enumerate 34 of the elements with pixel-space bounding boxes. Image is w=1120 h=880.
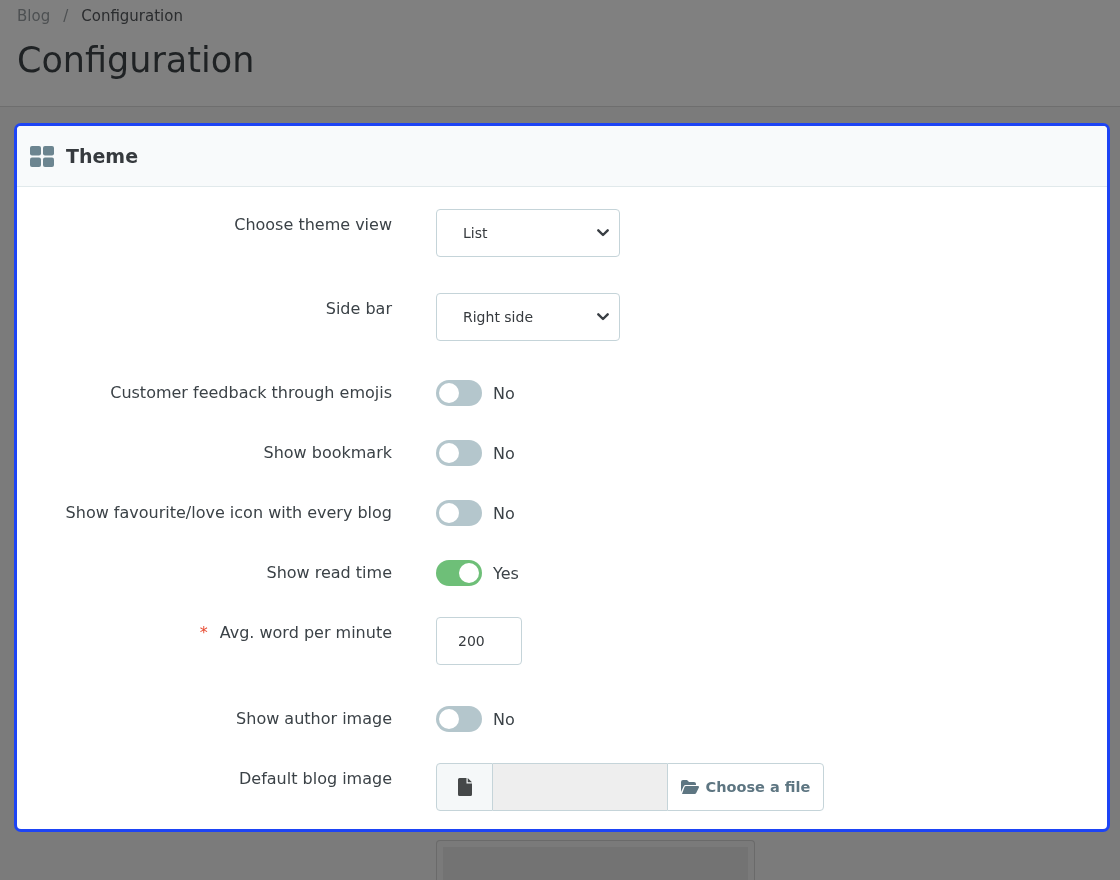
chevron-down-icon — [597, 229, 609, 237]
file-name-field[interactable] — [493, 763, 667, 811]
number-input[interactable]: 200 — [436, 617, 522, 665]
page-title: Configuration — [17, 39, 255, 82]
toggle-state-label: No — [493, 503, 515, 523]
dropdown-field[interactable]: Right side — [436, 293, 620, 341]
file-icon — [457, 778, 472, 796]
folder-open-icon — [680, 780, 699, 794]
field-label: Customer feedback through emojis — [110, 382, 392, 404]
grid-icon — [30, 145, 54, 167]
field-label: Choose theme view — [234, 214, 392, 236]
field-label: Avg. word per minute — [219, 622, 392, 644]
required-asterisk: * — [199, 622, 208, 644]
toggle-switch[interactable] — [436, 380, 482, 406]
toggle-state-label: Yes — [493, 563, 519, 583]
toggle-switch[interactable] — [436, 706, 482, 732]
chevron-down-icon — [597, 313, 609, 321]
toggle-switch[interactable] — [436, 560, 482, 586]
card-title: Theme — [66, 145, 139, 167]
breadcrumb-current: Configuration — [81, 6, 183, 26]
field-label: Show read time — [266, 562, 392, 584]
field-label: Show favourite/love icon with every blog — [65, 502, 392, 524]
toggle-state-label: No — [493, 383, 515, 403]
dropdown-field[interactable]: List — [436, 209, 620, 257]
toggle-state-label: No — [493, 443, 515, 463]
field-label: Side bar — [325, 298, 392, 320]
toggle-switch[interactable] — [436, 440, 482, 466]
field-label: Show bookmark — [263, 442, 392, 464]
field-label: Show author image — [236, 708, 392, 730]
breadcrumb-separator: / — [63, 6, 69, 26]
choose-file-button[interactable]: Choose a file — [667, 763, 824, 811]
field-label: Default blog image — [239, 768, 392, 790]
toggle-state-label: No — [493, 709, 515, 729]
toggle-switch[interactable] — [436, 500, 482, 526]
